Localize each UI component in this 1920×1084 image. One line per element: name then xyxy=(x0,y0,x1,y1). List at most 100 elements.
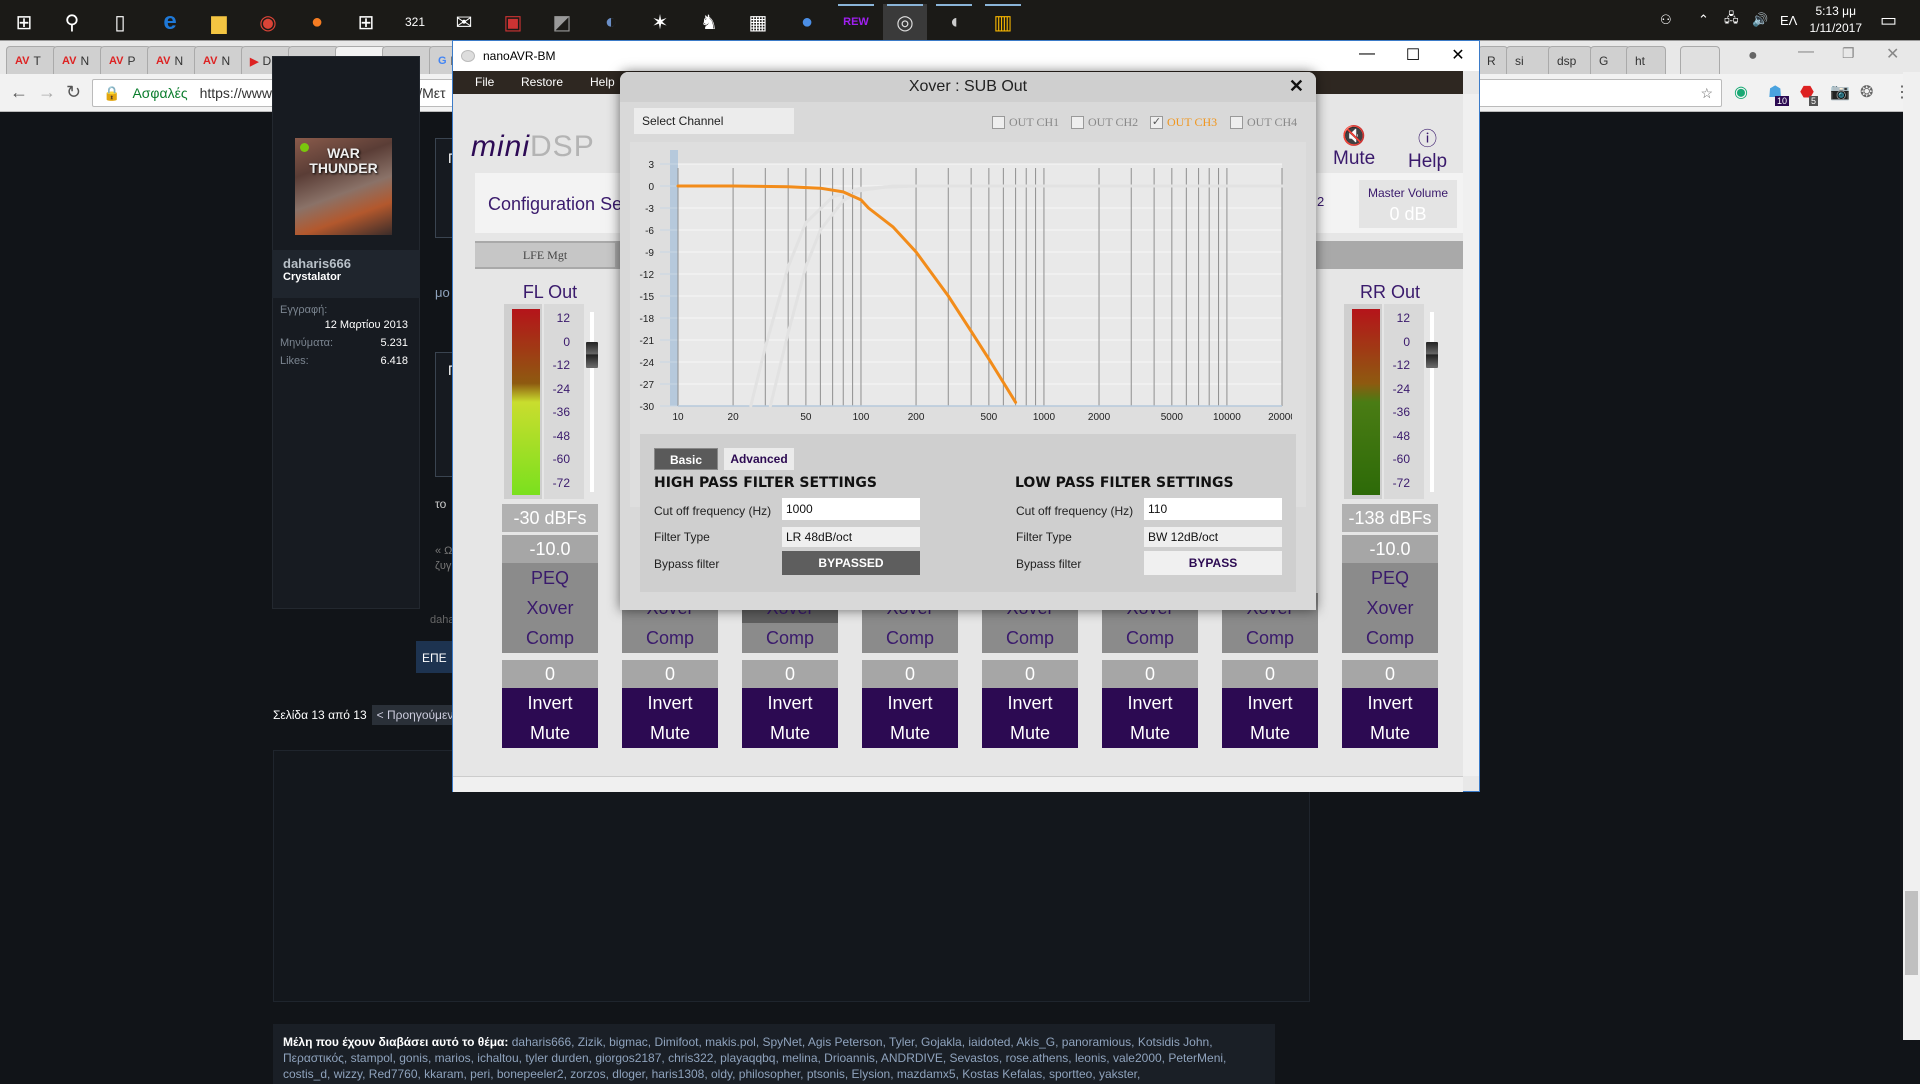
page-scrollbar[interactable] xyxy=(1903,72,1920,1040)
invert-button[interactable]: Invert xyxy=(1342,688,1438,718)
camera-icon[interactable]: 📷 xyxy=(1830,82,1850,102)
mute-button[interactable]: Mute xyxy=(1342,718,1438,748)
task-view-icon[interactable]: ▯ xyxy=(98,4,142,40)
output-checkbox-ch3[interactable]: ✓ OUT CH3 xyxy=(1150,115,1217,130)
tab-advanced[interactable]: Advanced xyxy=(724,448,794,470)
minidsp-icon[interactable]: ◎ xyxy=(883,4,927,40)
file-explorer-icon[interactable]: ▆ xyxy=(197,4,241,40)
comp-button[interactable]: Comp xyxy=(502,623,598,653)
output-checkbox-ch1[interactable]: OUT CH1 xyxy=(992,115,1059,130)
search-icon[interactable]: ⚲ xyxy=(50,4,94,40)
menu-restore[interactable]: Restore xyxy=(521,75,563,89)
app-vertical-scrollbar[interactable] xyxy=(1463,94,1479,776)
mute-button[interactable]: Mute xyxy=(502,718,598,748)
media-player-classic-icon[interactable]: 321 xyxy=(393,4,437,40)
menu-file[interactable]: File xyxy=(475,75,494,89)
forward-icon[interactable]: → xyxy=(38,82,56,103)
gain-input[interactable]: -10.0 xyxy=(1342,535,1438,563)
eye-extension-icon[interactable]: ◉ xyxy=(1734,82,1748,102)
app-horizontal-scrollbar[interactable] xyxy=(453,776,1463,792)
hpf-type-select[interactable]: LR 48dB/oct xyxy=(782,527,920,547)
clock[interactable]: 5:13 μμ 1/11/2017 xyxy=(1810,3,1863,37)
gain-fader-knob[interactable] xyxy=(586,342,598,368)
comp-button[interactable]: Comp xyxy=(742,623,838,653)
tab-lfe-mgt[interactable]: LFE Mgt xyxy=(475,243,615,267)
profile-icon[interactable]: ● xyxy=(1748,47,1758,65)
lpf-type-select[interactable]: BW 12dB/oct xyxy=(1144,527,1282,547)
mute-all-button[interactable]: 🔇 Mute xyxy=(1333,124,1375,170)
invert-button[interactable]: Invert xyxy=(1222,688,1318,718)
hdtv-icon[interactable]: ▣ xyxy=(491,4,535,40)
tab-right-1[interactable]: si xyxy=(1506,46,1552,75)
delay-input[interactable]: 0 xyxy=(502,660,598,688)
tab-right-4[interactable]: ht xyxy=(1626,46,1666,75)
app-close-button[interactable]: ✕ xyxy=(1443,45,1473,67)
invert-button[interactable]: Invert xyxy=(742,688,838,718)
invert-button[interactable]: Invert xyxy=(502,688,598,718)
delay-input[interactable]: 0 xyxy=(982,660,1078,688)
bookmark-star-icon[interactable]: ☆ xyxy=(1700,85,1713,102)
firefox-icon[interactable]: ● xyxy=(295,4,339,40)
browser-tab[interactable]: AVN xyxy=(53,46,104,75)
delay-input[interactable]: 0 xyxy=(1102,660,1198,688)
restore-icon[interactable]: ❐ xyxy=(1842,45,1855,62)
edge-icon[interactable]: e xyxy=(148,4,192,40)
reply-button[interactable]: ΕΠΕ xyxy=(416,641,456,673)
mute-button[interactable]: Mute xyxy=(1102,718,1198,748)
delay-input[interactable]: 0 xyxy=(622,660,718,688)
comp-button[interactable]: Comp xyxy=(1342,623,1438,653)
dialog-close-icon[interactable]: ✕ xyxy=(1289,76,1304,97)
comp-button[interactable]: Comp xyxy=(862,623,958,653)
select-channel-dropdown[interactable]: Select Channel xyxy=(634,108,794,134)
people-icon[interactable]: ⚇ xyxy=(1660,0,1672,40)
action-center-icon[interactable]: ▭ xyxy=(1880,0,1897,40)
windows-start-icon[interactable]: ⊞ xyxy=(2,4,46,40)
peq-button[interactable]: PEQ xyxy=(502,563,598,593)
prev-page-button[interactable]: < Προηγούμενη xyxy=(371,705,465,725)
username-link[interactable]: daharis666 xyxy=(283,256,409,271)
tab-basic[interactable]: Basic xyxy=(654,448,718,470)
speaker-app-icon[interactable]: ◖ xyxy=(932,4,976,40)
language-indicator[interactable]: ΕΛ xyxy=(1780,0,1797,40)
xover-button[interactable]: Xover xyxy=(1342,593,1438,623)
volume-icon[interactable]: 🔊 xyxy=(1752,0,1768,40)
app-maximize-button[interactable]: ☐ xyxy=(1398,45,1428,67)
gain-input[interactable]: -10.0 xyxy=(502,535,598,563)
browser-tab[interactable]: AV P xyxy=(100,46,151,75)
close-icon[interactable]: ✕ xyxy=(1886,44,1899,64)
shutter-extension-icon[interactable]: ❂ xyxy=(1860,82,1873,102)
tab-right-0[interactable]: R xyxy=(1478,46,1508,75)
mute-button[interactable]: Mute xyxy=(862,718,958,748)
invert-button[interactable]: Invert xyxy=(862,688,958,718)
comp-button[interactable]: Comp xyxy=(1102,623,1198,653)
mute-button[interactable]: Mute xyxy=(982,718,1078,748)
master-volume[interactable]: Master Volume 0 dB xyxy=(1359,180,1457,228)
minimize-icon[interactable]: — xyxy=(1798,43,1814,61)
browser-tab[interactable]: AVN xyxy=(147,46,198,75)
store-icon[interactable]: ⊞ xyxy=(344,4,388,40)
lpf-bypass-toggle[interactable]: BYPASS xyxy=(1144,551,1282,575)
output-checkbox-ch4[interactable]: OUT CH4 xyxy=(1230,115,1297,130)
output-checkbox-ch2[interactable]: OUT CH2 xyxy=(1071,115,1138,130)
hpf-cutoff-input[interactable]: 1000 xyxy=(782,498,920,520)
tab-right-2[interactable]: dsp xyxy=(1548,46,1592,75)
tab-right-3[interactable]: G xyxy=(1590,46,1630,75)
calculator-icon[interactable]: ▦ xyxy=(736,4,780,40)
delay-input[interactable]: 0 xyxy=(1342,660,1438,688)
help-button[interactable]: ⓘ Help xyxy=(1408,124,1447,173)
qbittorrent-icon[interactable]: ● xyxy=(785,4,829,40)
app-minimize-button[interactable]: — xyxy=(1352,45,1382,67)
app-star-icon[interactable]: ✶ xyxy=(638,4,682,40)
delay-input[interactable]: 0 xyxy=(862,660,958,688)
delay-input[interactable]: 0 xyxy=(1222,660,1318,688)
invert-button[interactable]: Invert xyxy=(982,688,1078,718)
app-fox-icon[interactable]: ♞ xyxy=(687,4,731,40)
menu-help[interactable]: Help xyxy=(590,75,615,89)
color-bars-app-icon[interactable]: ▥ xyxy=(981,4,1025,40)
mute-button[interactable]: Mute xyxy=(742,718,838,748)
comp-button[interactable]: Comp xyxy=(1222,623,1318,653)
browser-tab[interactable]: AV T xyxy=(6,46,57,75)
gain-fader-track[interactable] xyxy=(1430,312,1434,492)
gain-fader-knob[interactable] xyxy=(1426,342,1438,368)
delay-input[interactable]: 0 xyxy=(742,660,838,688)
